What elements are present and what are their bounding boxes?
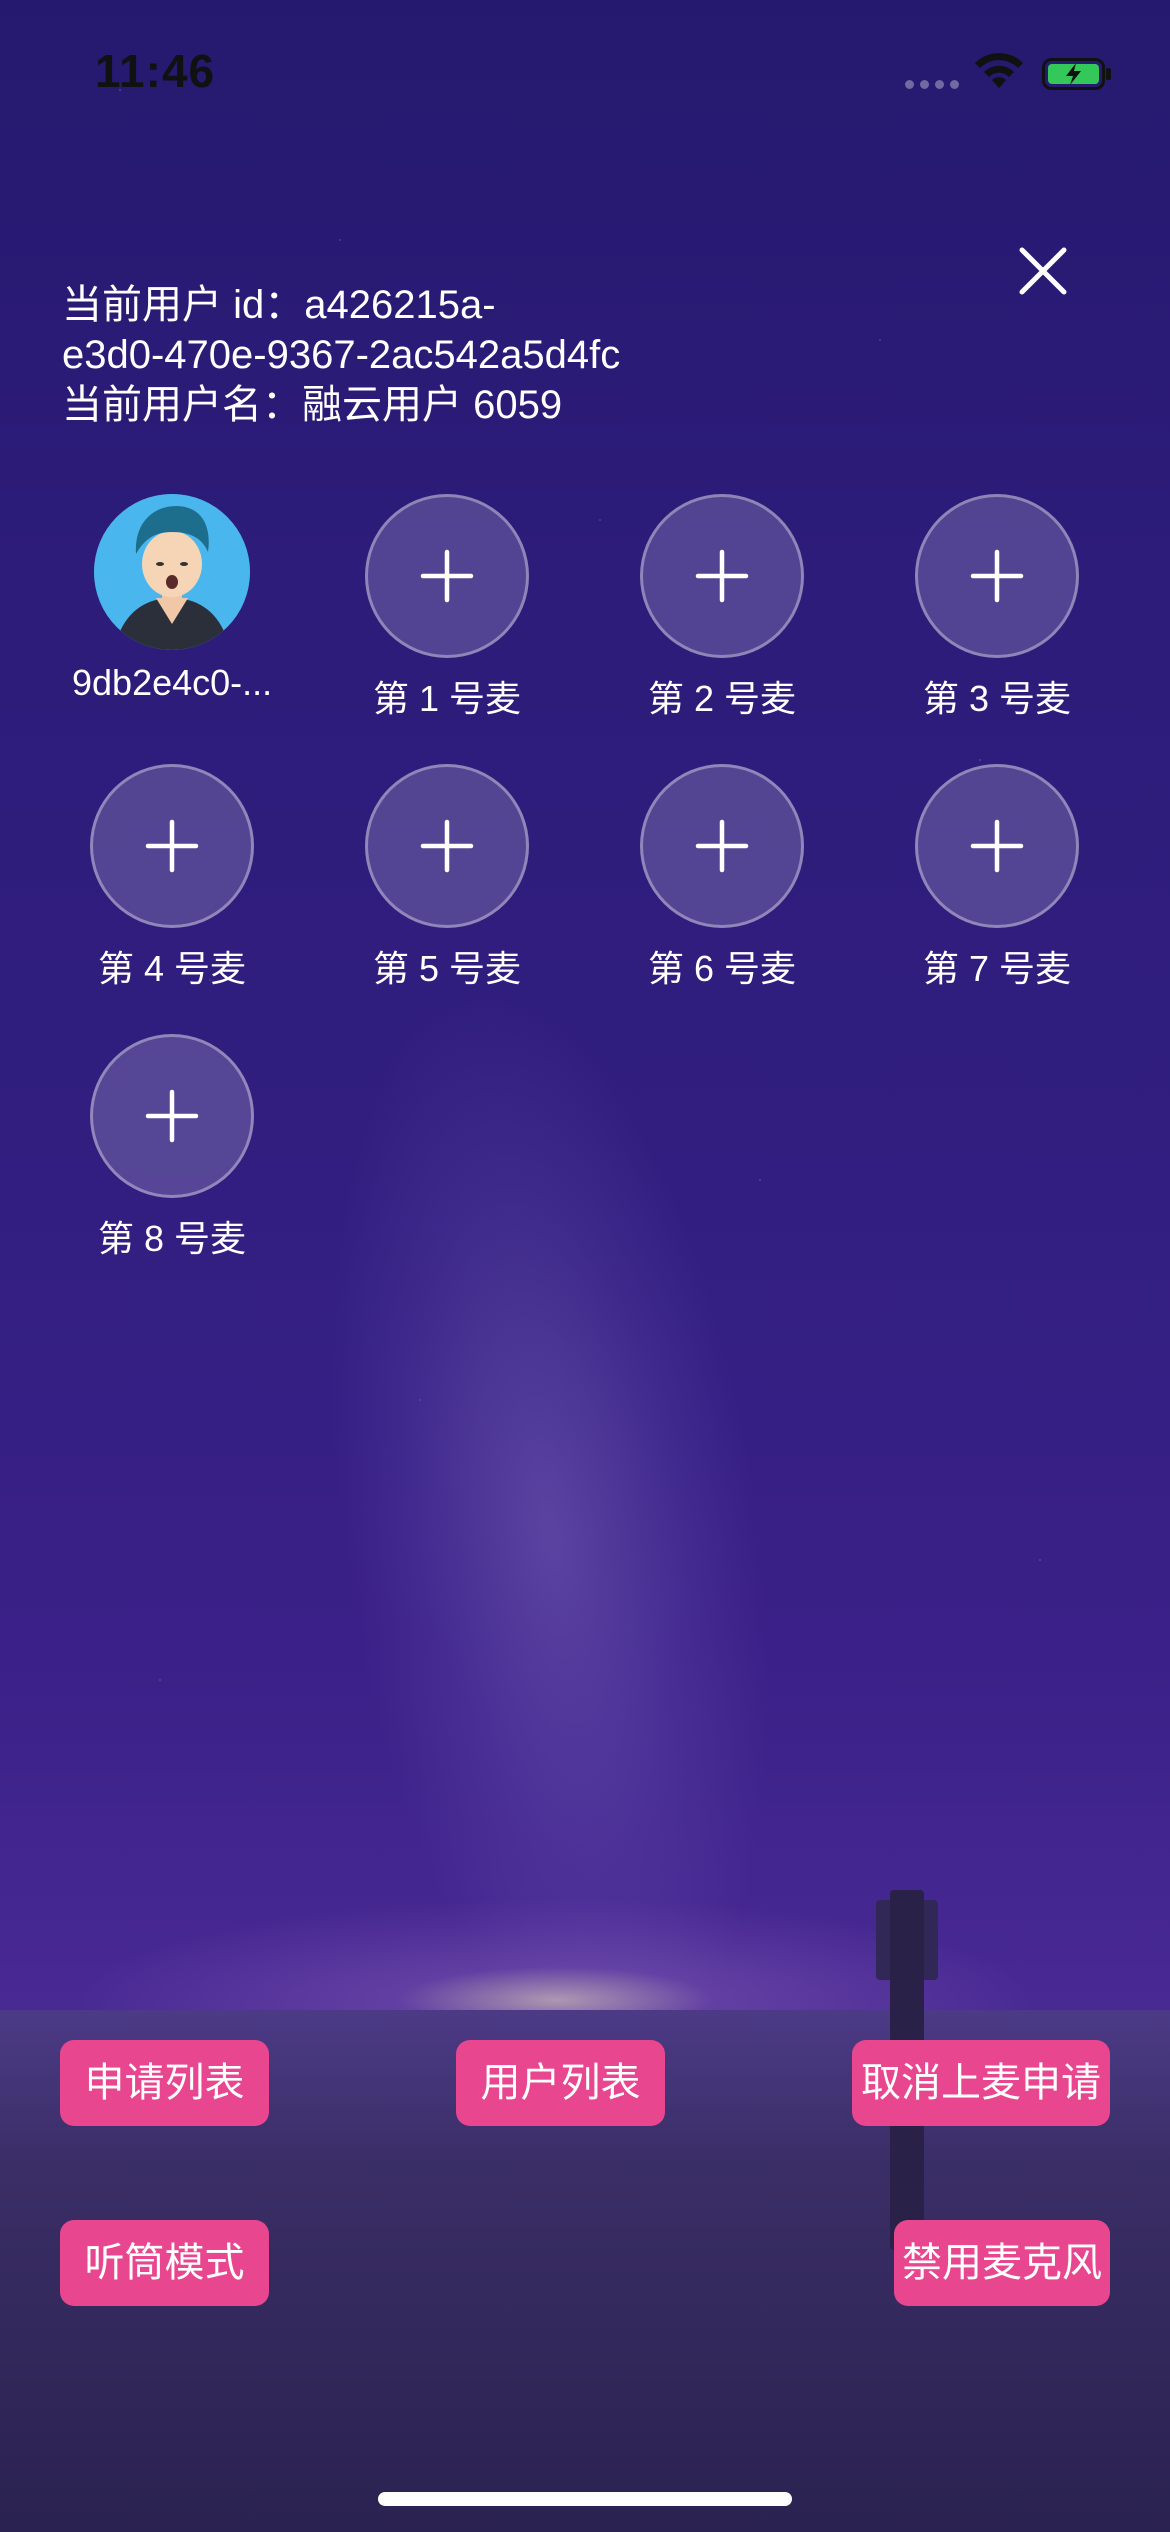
plus-icon xyxy=(695,819,749,873)
seat-7[interactable]: 第 7 号麦 xyxy=(897,764,1097,992)
seat-label: 第 8 号麦 xyxy=(97,1218,247,1259)
seat-0[interactable]: 9db2e4c0-... xyxy=(72,494,272,704)
seat-label: 第 3 号麦 xyxy=(922,678,1072,719)
add-seat-button[interactable] xyxy=(90,764,254,928)
cellular-signal-icon xyxy=(905,80,959,89)
user-info: 当前用户 id：a426215a- e3d0-470e-9367-2ac542a… xyxy=(62,280,620,430)
seat-4[interactable]: 第 4 号麦 xyxy=(72,764,272,992)
plus-icon xyxy=(970,549,1024,603)
plus-icon xyxy=(420,549,474,603)
seat-5[interactable]: 第 5 号麦 xyxy=(347,764,547,992)
plus-icon xyxy=(420,819,474,873)
user-id-line-2: e3d0-470e-9367-2ac542a5d4fc xyxy=(62,333,621,377)
user-name-line: 当前用户名：融云用户 6059 xyxy=(62,383,563,427)
seat-label: 第 7 号麦 xyxy=(922,948,1072,989)
plus-icon xyxy=(970,819,1024,873)
plus-icon xyxy=(695,549,749,603)
seat-3[interactable]: 第 3 号麦 xyxy=(897,494,1097,722)
milky-way-glow xyxy=(265,956,835,2104)
seat-1[interactable]: 第 1 号麦 xyxy=(347,494,547,722)
avatar[interactable] xyxy=(94,494,250,650)
cancel-apply-button[interactable]: 取消上麦申请 xyxy=(852,2040,1110,2126)
battery-charging-icon xyxy=(1042,58,1111,90)
add-seat-button[interactable] xyxy=(365,764,529,928)
add-seat-button[interactable] xyxy=(915,764,1079,928)
earpiece-mode-button[interactable]: 听筒模式 xyxy=(60,2220,269,2306)
seat-8[interactable]: 第 8 号麦 xyxy=(72,1034,272,1262)
add-seat-button[interactable] xyxy=(90,1034,254,1198)
add-seat-button[interactable] xyxy=(915,494,1079,658)
seat-6[interactable]: 第 6 号麦 xyxy=(622,764,822,992)
status-time: 11:46 xyxy=(95,45,216,97)
close-icon[interactable] xyxy=(1010,238,1076,304)
seat-label: 第 4 号麦 xyxy=(97,948,247,989)
user-list-button[interactable]: 用户列表 xyxy=(456,2040,665,2126)
seat-label: 第 2 号麦 xyxy=(647,678,797,719)
wifi-icon xyxy=(975,53,1023,88)
avatar-illustration xyxy=(94,494,250,650)
add-seat-button[interactable] xyxy=(640,494,804,658)
add-seat-button[interactable] xyxy=(365,494,529,658)
add-seat-button[interactable] xyxy=(640,764,804,928)
plus-icon xyxy=(145,1089,199,1143)
user-id-line-1: 当前用户 id：a426215a- xyxy=(62,283,496,327)
seat-label: 9db2e4c0-... xyxy=(72,662,273,703)
plus-icon xyxy=(145,819,199,873)
seat-2[interactable]: 第 2 号麦 xyxy=(622,494,822,722)
apply-list-button[interactable]: 申请列表 xyxy=(60,2040,269,2126)
disable-mic-button[interactable]: 禁用麦克风 xyxy=(894,2220,1110,2306)
home-indicator[interactable] xyxy=(378,2492,792,2506)
seat-label: 第 5 号麦 xyxy=(372,948,522,989)
seat-label: 第 1 号麦 xyxy=(372,678,522,719)
seat-label: 第 6 号麦 xyxy=(647,948,797,989)
